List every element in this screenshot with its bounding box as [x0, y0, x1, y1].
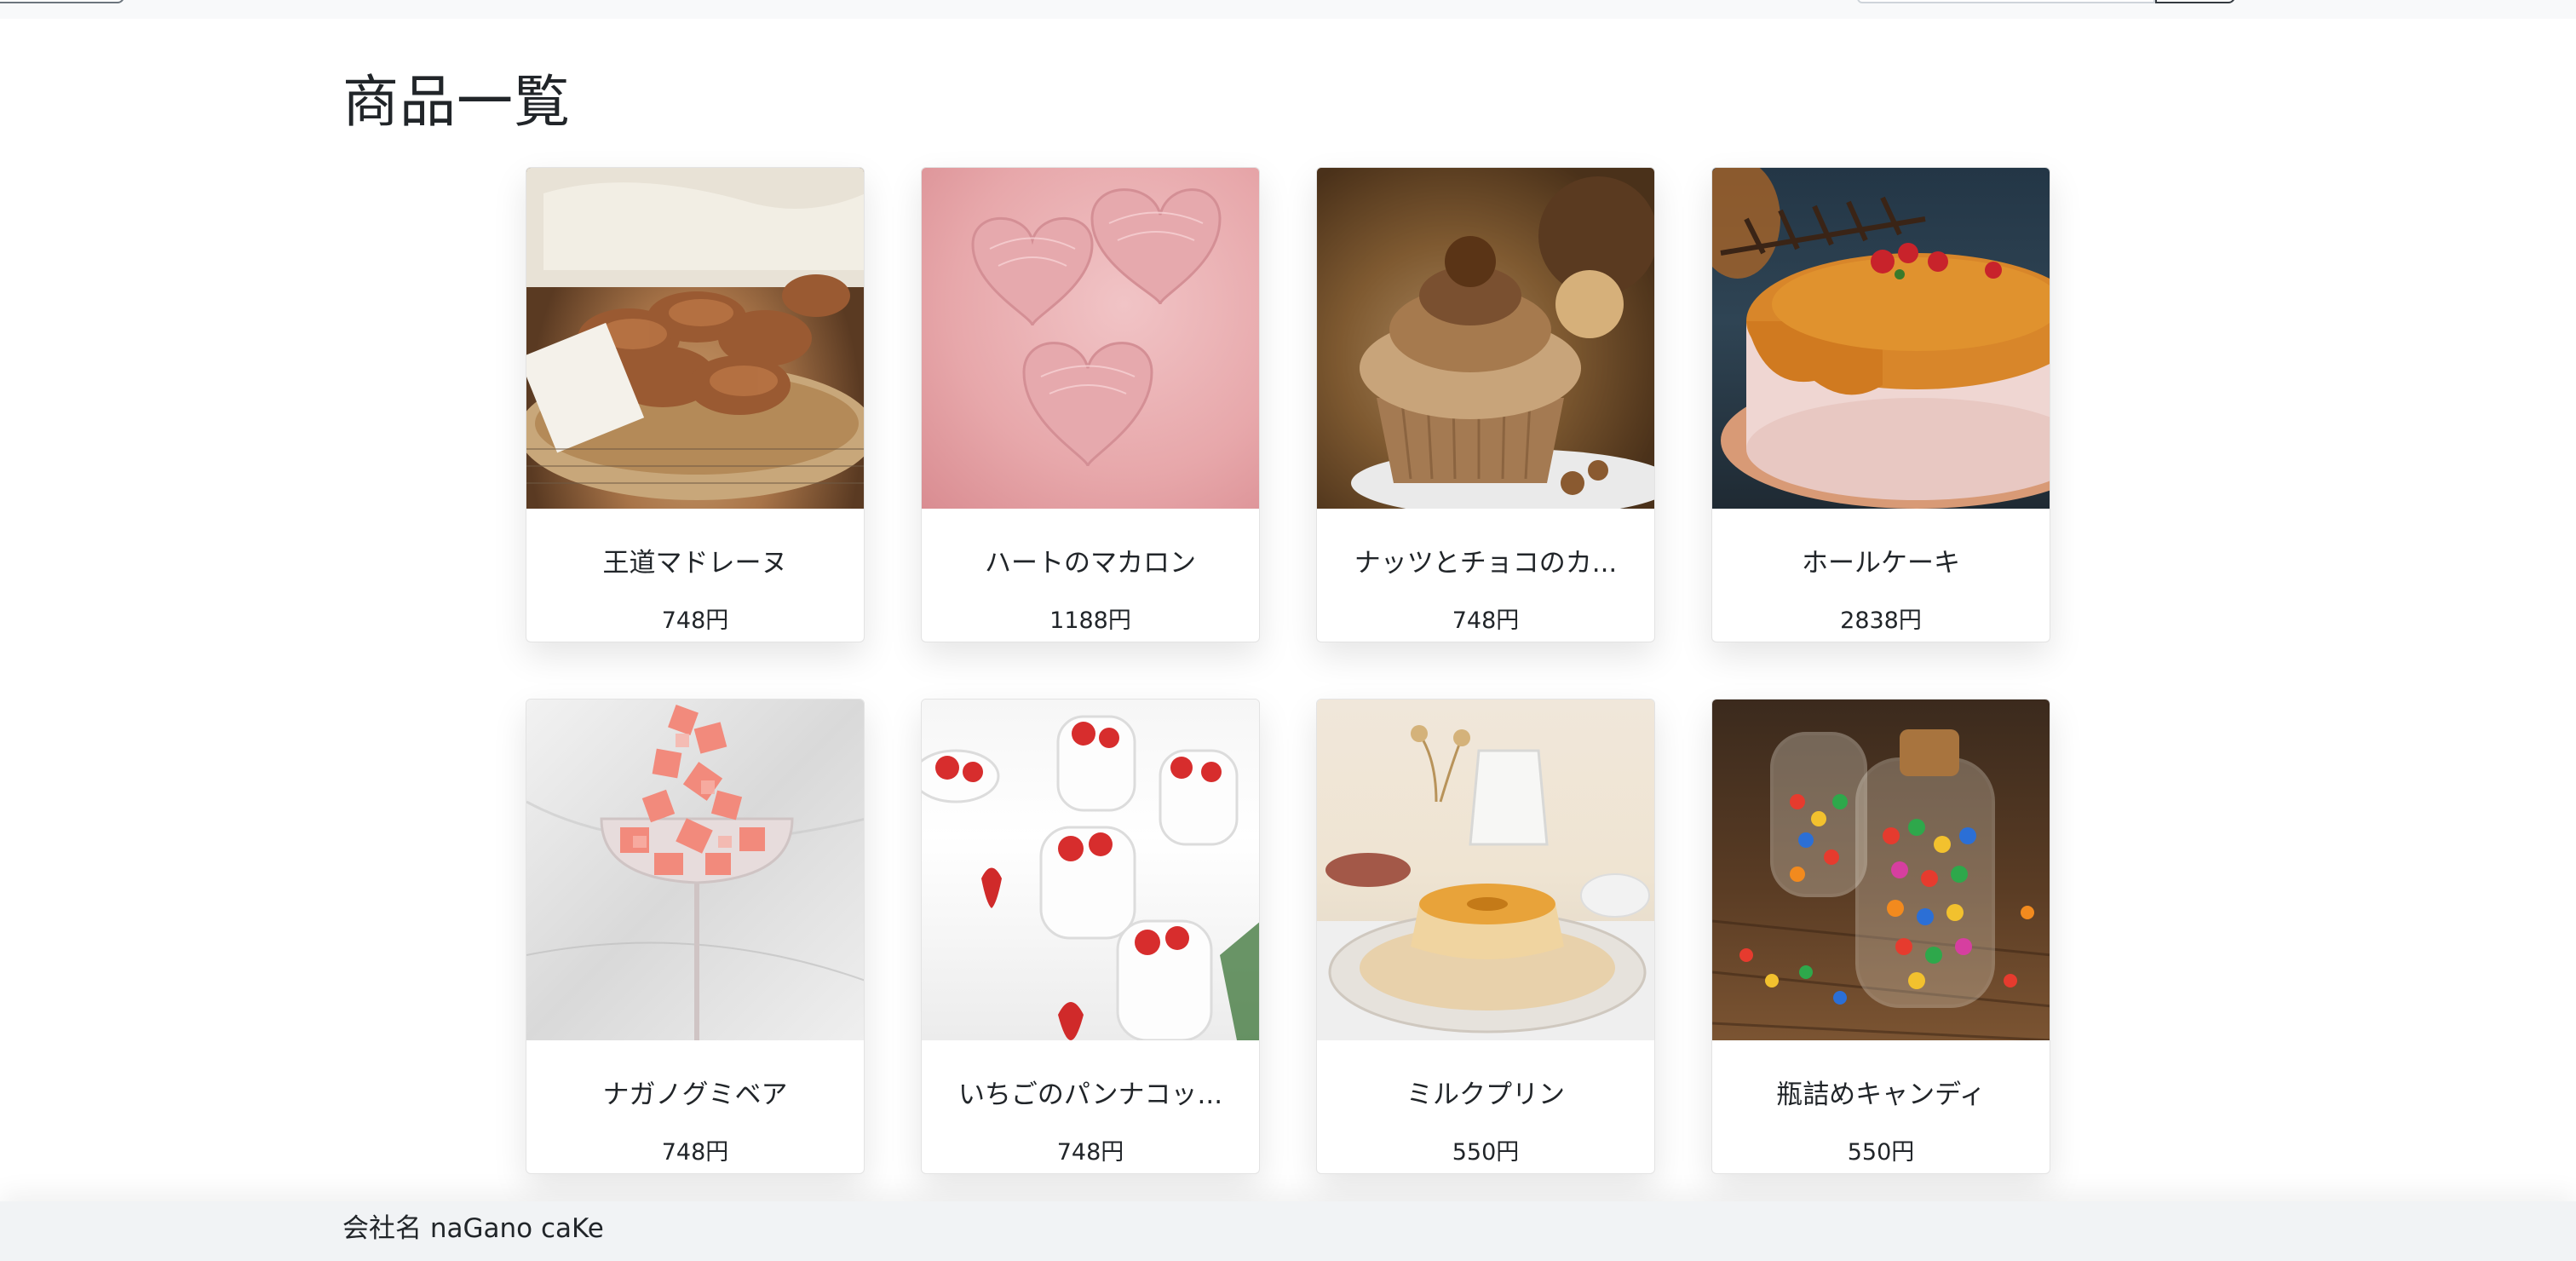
product-card[interactable]: ミルクプリン 550円 [1316, 699, 1655, 1174]
product-name[interactable]: ホールケーキ [1802, 541, 1960, 579]
heart-macaron-image[interactable] [922, 168, 1259, 509]
product-price: 2838円 [1840, 607, 1922, 634]
product-card[interactable]: ハートのマカロン 1188円 [921, 167, 1260, 642]
navbar [0, 0, 2576, 19]
whole-cake-image[interactable] [1712, 168, 2050, 509]
product-name[interactable]: ナッツとチョコのカ... [1354, 541, 1618, 579]
product-name[interactable]: ナガノグミベア [603, 1073, 788, 1111]
product-price: 748円 [661, 607, 729, 634]
gummy-bear-glass-image[interactable] [526, 700, 864, 1040]
madeleine-image[interactable] [526, 168, 864, 509]
product-price: 550円 [1847, 1139, 1915, 1166]
nut-choco-cupcake-image[interactable] [1317, 168, 1654, 509]
product-name[interactable]: 王道マドレーヌ [603, 541, 788, 579]
product-card[interactable]: 瓶詰めキャンディ 550円 [1711, 699, 2050, 1174]
product-card[interactable]: ホールケーキ 2838円 [1711, 167, 2050, 642]
product-price: 748円 [661, 1139, 729, 1166]
page-title: 商品一覧 [342, 69, 571, 135]
milk-pudding-image[interactable] [1317, 700, 1654, 1040]
product-name[interactable]: ミルクプリン [1406, 1073, 1565, 1111]
product-card[interactable]: ナッツとチョコのカ... 748円 [1316, 167, 1655, 642]
footer: 会社名 naGano caKe [0, 1201, 2576, 1261]
product-name[interactable]: 瓶詰めキャンディ [1776, 1073, 1986, 1111]
product-price: 1188円 [1049, 607, 1131, 634]
product-card[interactable]: いちごのパンナコッ... 748円 [921, 699, 1260, 1174]
product-name[interactable]: いちごのパンナコッ... [958, 1073, 1222, 1111]
search-input[interactable] [1857, 0, 2155, 3]
product-card[interactable]: ナガノグミベア 748円 [526, 699, 865, 1174]
product-name[interactable]: ハートのマカロン [985, 541, 1196, 579]
product-card[interactable]: 王道マドレーヌ 748円 [526, 167, 865, 642]
product-price: 748円 [1452, 607, 1520, 634]
company-name: 会社名 naGano caKe [342, 1213, 604, 1244]
jar-candy-image[interactable] [1712, 700, 2050, 1040]
product-price: 550円 [1452, 1139, 1520, 1166]
nav-button[interactable] [0, 0, 124, 3]
search-button[interactable] [2155, 0, 2235, 3]
product-grid: 王道マドレーヌ 748円 ハートのマカロン 1188円 ナッツとチョコのカ...… [526, 167, 2050, 1174]
strawberry-panna-cotta-image[interactable] [922, 700, 1259, 1040]
product-price: 748円 [1056, 1139, 1124, 1166]
